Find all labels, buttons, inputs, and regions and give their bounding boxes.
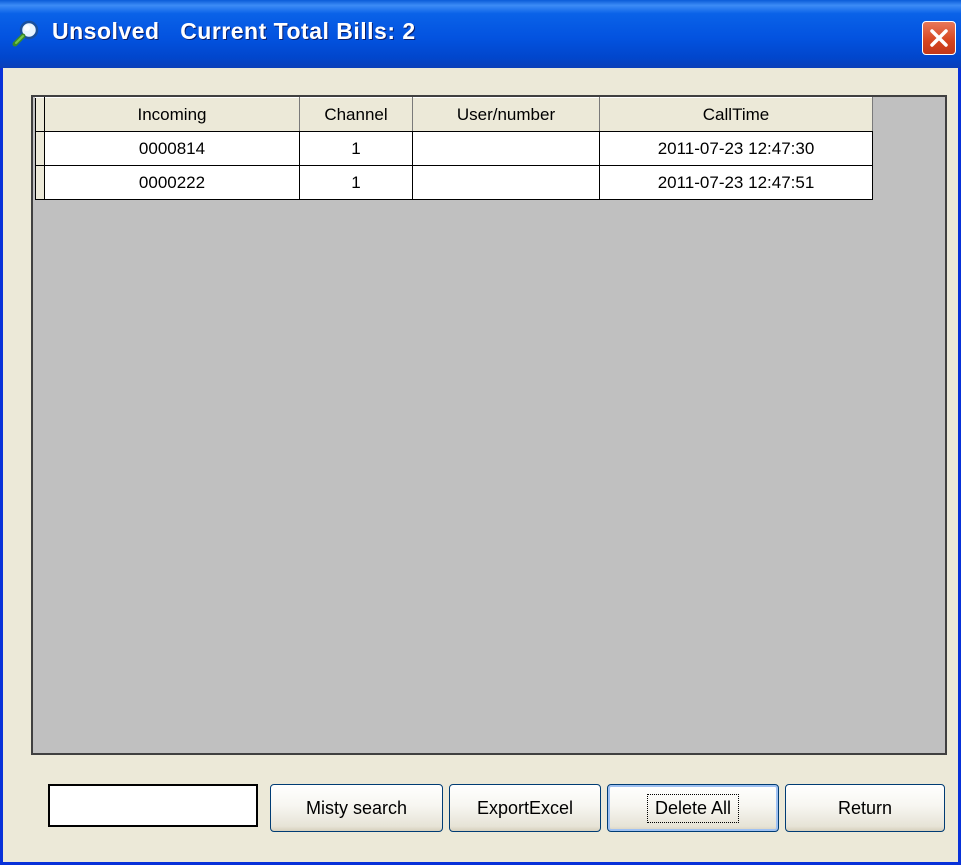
table-header-row: Incoming Channel User/number CallTime	[35, 97, 873, 132]
close-icon	[930, 29, 948, 47]
unsolved-window: Unsolved Current Total Bills: 2 Incoming…	[0, 0, 961, 865]
return-label: Return	[837, 797, 893, 818]
column-header-channel[interactable]: Channel	[299, 97, 413, 132]
title-bar[interactable]: Unsolved Current Total Bills: 2	[0, 0, 961, 68]
cell-calltime[interactable]: 2011-07-23 12:47:51	[599, 165, 873, 200]
bottom-toolbar: Misty search ExportExcel Delete All Retu…	[3, 758, 958, 862]
delete-all-label: Delete All	[646, 793, 740, 823]
cell-channel[interactable]: 1	[299, 165, 413, 200]
cell-user-number[interactable]	[412, 165, 600, 200]
delete-all-button[interactable]: Delete All	[607, 784, 779, 832]
bills-grid[interactable]: Incoming Channel User/number CallTime 00…	[31, 95, 947, 755]
misty-search-button[interactable]: Misty search	[270, 784, 443, 832]
search-input[interactable]	[48, 784, 258, 827]
cell-user-number[interactable]	[412, 131, 600, 166]
row-indicator-header	[35, 97, 45, 132]
column-header-user-number[interactable]: User/number	[412, 97, 600, 132]
row-indicator[interactable]	[35, 131, 45, 166]
bills-table: Incoming Channel User/number CallTime 00…	[35, 97, 873, 200]
cell-incoming[interactable]: 0000222	[44, 165, 300, 200]
table-row[interactable]: 0000222 1 2011-07-23 12:47:51	[35, 165, 873, 200]
return-button[interactable]: Return	[785, 784, 945, 832]
cell-incoming[interactable]: 0000814	[44, 131, 300, 166]
export-excel-label: ExportExcel	[476, 797, 574, 818]
magnifier-icon	[12, 20, 39, 47]
misty-search-label: Misty search	[305, 797, 408, 818]
cell-channel[interactable]: 1	[299, 131, 413, 166]
cell-calltime[interactable]: 2011-07-23 12:47:30	[599, 131, 873, 166]
export-excel-button[interactable]: ExportExcel	[449, 784, 601, 832]
window-title: Unsolved Current Total Bills: 2	[52, 18, 416, 44]
column-header-incoming[interactable]: Incoming	[44, 97, 300, 132]
close-button[interactable]	[922, 21, 956, 55]
table-row[interactable]: 0000814 1 2011-07-23 12:47:30	[35, 131, 873, 166]
column-header-calltime[interactable]: CallTime	[599, 97, 873, 132]
row-indicator[interactable]	[35, 165, 45, 200]
